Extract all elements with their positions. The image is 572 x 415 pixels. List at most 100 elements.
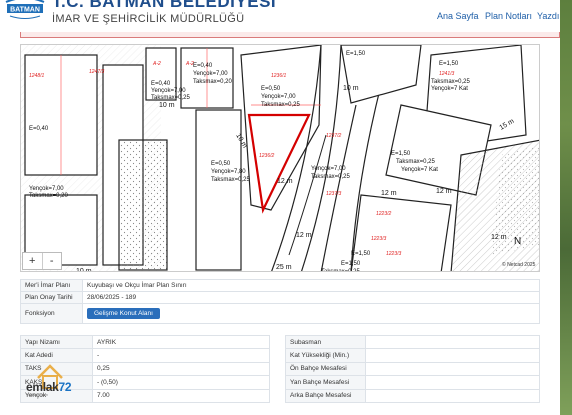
- setback-rules-table: Subasman Kat Yüksekliği (Min.) Ön Bahçe …: [285, 334, 540, 403]
- watermark-logo: emlak72: [26, 380, 72, 394]
- road-width-label: 12 m: [381, 190, 397, 197]
- alert-bar: [20, 32, 560, 38]
- nav-print[interactable]: Yazdır: [537, 11, 562, 21]
- zone-text: Taksmax=0,25: [261, 102, 301, 108]
- parcel-label: 1236/2: [259, 153, 275, 159]
- parcel-label: 1223/3: [371, 236, 387, 242]
- road-width-label: 10 m: [159, 102, 175, 109]
- road-width-label: 12 m: [277, 178, 293, 185]
- rule-label: Ön Bahçe Mesafesi: [285, 361, 366, 377]
- parcel-label: 1247/3: [89, 69, 105, 75]
- watermark-subtitle: emlak72.com: [27, 393, 48, 397]
- rule-label: Arka Bahçe Mesafesi: [285, 388, 366, 403]
- page: BATMAN T.C. BATMAN BELEDİYESİ İMAR VE ŞE…: [0, 0, 562, 415]
- zone-text: Yençok=7,00: [151, 88, 186, 94]
- zone-text: E=1,50: [341, 261, 361, 267]
- rule-value: [365, 361, 540, 377]
- zone-text: E=1,50: [351, 251, 371, 257]
- zone-text: Taksmax=0,20: [193, 79, 233, 85]
- road-width-label: 10 m: [343, 85, 359, 92]
- rule-value: AYRIK: [92, 334, 270, 350]
- zone-text: Yençok=7,00: [261, 94, 296, 100]
- rule-value: - (0,50): [92, 375, 270, 390]
- function-button[interactable]: Gelişme Konut Alanı: [87, 308, 160, 319]
- zone-text: Yençok=7 Kat: [401, 167, 438, 173]
- table-row: Ön Bahçe Mesafesi: [285, 361, 540, 377]
- zoom-control[interactable]: + -: [22, 252, 62, 270]
- table-row: Mer'i İmar Planı Kuyubaşı ve Okçu İmar P…: [20, 279, 540, 292]
- department-title: İMAR VE ŞEHİRCİLİK MÜDÜRLÜĞÜ: [52, 13, 245, 25]
- zoom-out-button[interactable]: -: [43, 253, 62, 269]
- plan-info-table: Mer'i İmar Planı Kuyubaşı ve Okçu İmar P…: [20, 279, 540, 324]
- rule-value: [365, 388, 540, 403]
- rule-value: 7.00: [92, 388, 270, 403]
- zone-text: Taksmax=0,25: [151, 95, 191, 101]
- rule-label: Subasman: [285, 334, 366, 350]
- rule-label: Yapı Nizamı: [20, 334, 93, 350]
- nav-home[interactable]: Ana Sayfa: [437, 11, 479, 21]
- parcel-label: 1237/3: [326, 191, 342, 197]
- zone-text: Yençok=7,00: [29, 186, 64, 192]
- rule-value: [365, 334, 540, 350]
- nav-plan-notes[interactable]: Plan Notları: [485, 11, 532, 21]
- zone-text: Yençok=7,80: [211, 169, 246, 175]
- table-row: Yan Bahçe Mesafesi: [285, 375, 540, 390]
- zone-text: E=1,50: [391, 151, 411, 157]
- rule-label: Kat Yüksekliği (Min.): [285, 348, 366, 363]
- parcel-label: 1237/2: [326, 133, 342, 139]
- zone-text: Taksmax=0,25: [321, 269, 361, 272]
- zone-text: Taksmax=0,25: [311, 174, 351, 180]
- rule-value: [365, 375, 540, 390]
- zone-text: E=0,50: [211, 161, 231, 167]
- zone-text: E=1,50: [346, 51, 366, 57]
- blocks-left: [21, 45, 168, 271]
- zone-text: E=0,40: [29, 126, 49, 132]
- municipality-logo[interactable]: BATMAN: [4, 0, 46, 22]
- svg-text:BATMAN: BATMAN: [10, 7, 40, 14]
- road-width-label: 25 m: [276, 264, 292, 271]
- parcel-label: 1241/3: [439, 71, 455, 77]
- map-attribution: © Netcad 2025: [502, 262, 536, 268]
- north-arrow-icon: N: [514, 236, 522, 247]
- info-value: 28/06/2025 - 189: [82, 291, 540, 304]
- info-label: Plan Onay Tarihi: [20, 291, 83, 304]
- rule-label: Yan Bahçe Mesafesi: [285, 375, 366, 390]
- table-row: Arka Bahçe Mesafesi: [285, 388, 540, 403]
- rule-value: 0,25: [92, 361, 270, 377]
- background-edge: [560, 0, 572, 415]
- table-row: Subasman: [285, 334, 540, 350]
- table-row: Plan Onay Tarihi 28/06/2025 - 189: [20, 291, 540, 304]
- zone-text: Yençok=7,00: [193, 71, 228, 77]
- info-value: Kuyubaşı ve Okçu İmar Plan Sınırı: [82, 279, 540, 292]
- zone-text: E=0,50: [261, 86, 281, 92]
- zone-text: E=0,40: [151, 81, 171, 87]
- zone-text: Taksmax=0,25: [431, 79, 471, 85]
- zoom-in-button[interactable]: +: [23, 253, 43, 269]
- road-width-label: 12 m: [491, 234, 507, 241]
- zone-text: E=0,40: [193, 63, 213, 69]
- road-width-label: 10 m: [76, 268, 92, 272]
- table-row: Yapı Nizamı AYRIK: [20, 334, 270, 350]
- rule-value: -: [92, 348, 270, 363]
- rule-value: [365, 348, 540, 363]
- zone-text: Yençok=7,00: [311, 166, 346, 172]
- parcel-label: A-2: [152, 61, 161, 67]
- road-width-label: 12 m: [436, 188, 452, 195]
- zone-text: Taksmax=0,25: [396, 159, 436, 165]
- zone-text: E=1,50: [439, 61, 459, 67]
- table-row: Fonksiyon Gelişme Konut Alanı: [20, 303, 540, 324]
- zone-text: Taksmax=0,25: [211, 177, 251, 183]
- header: BATMAN T.C. BATMAN BELEDİYESİ İMAR VE ŞE…: [0, 0, 562, 38]
- info-label: Mer'i İmar Planı: [20, 279, 83, 292]
- parcel-label: 1236/1: [271, 73, 287, 79]
- zone-text: Yençok=7 Kat: [431, 86, 468, 92]
- parcel-label: 1223/2: [376, 211, 392, 217]
- table-row: Kat Yüksekliği (Min.): [285, 348, 540, 363]
- info-value: Gelişme Konut Alanı: [82, 303, 540, 324]
- parcel-label: 1223/3: [386, 251, 402, 257]
- zoning-map[interactable]: 1248/1 1247/3 A-2 A-2 1236/1 1241/3 1236/2 1237…: [20, 44, 540, 272]
- municipality-title: T.C. BATMAN BELEDİYESİ: [52, 0, 277, 11]
- zone-text: Taksmax=0,20: [29, 193, 69, 199]
- parcel-label: 1248/1: [29, 73, 45, 79]
- info-label: Fonksiyon: [20, 303, 83, 324]
